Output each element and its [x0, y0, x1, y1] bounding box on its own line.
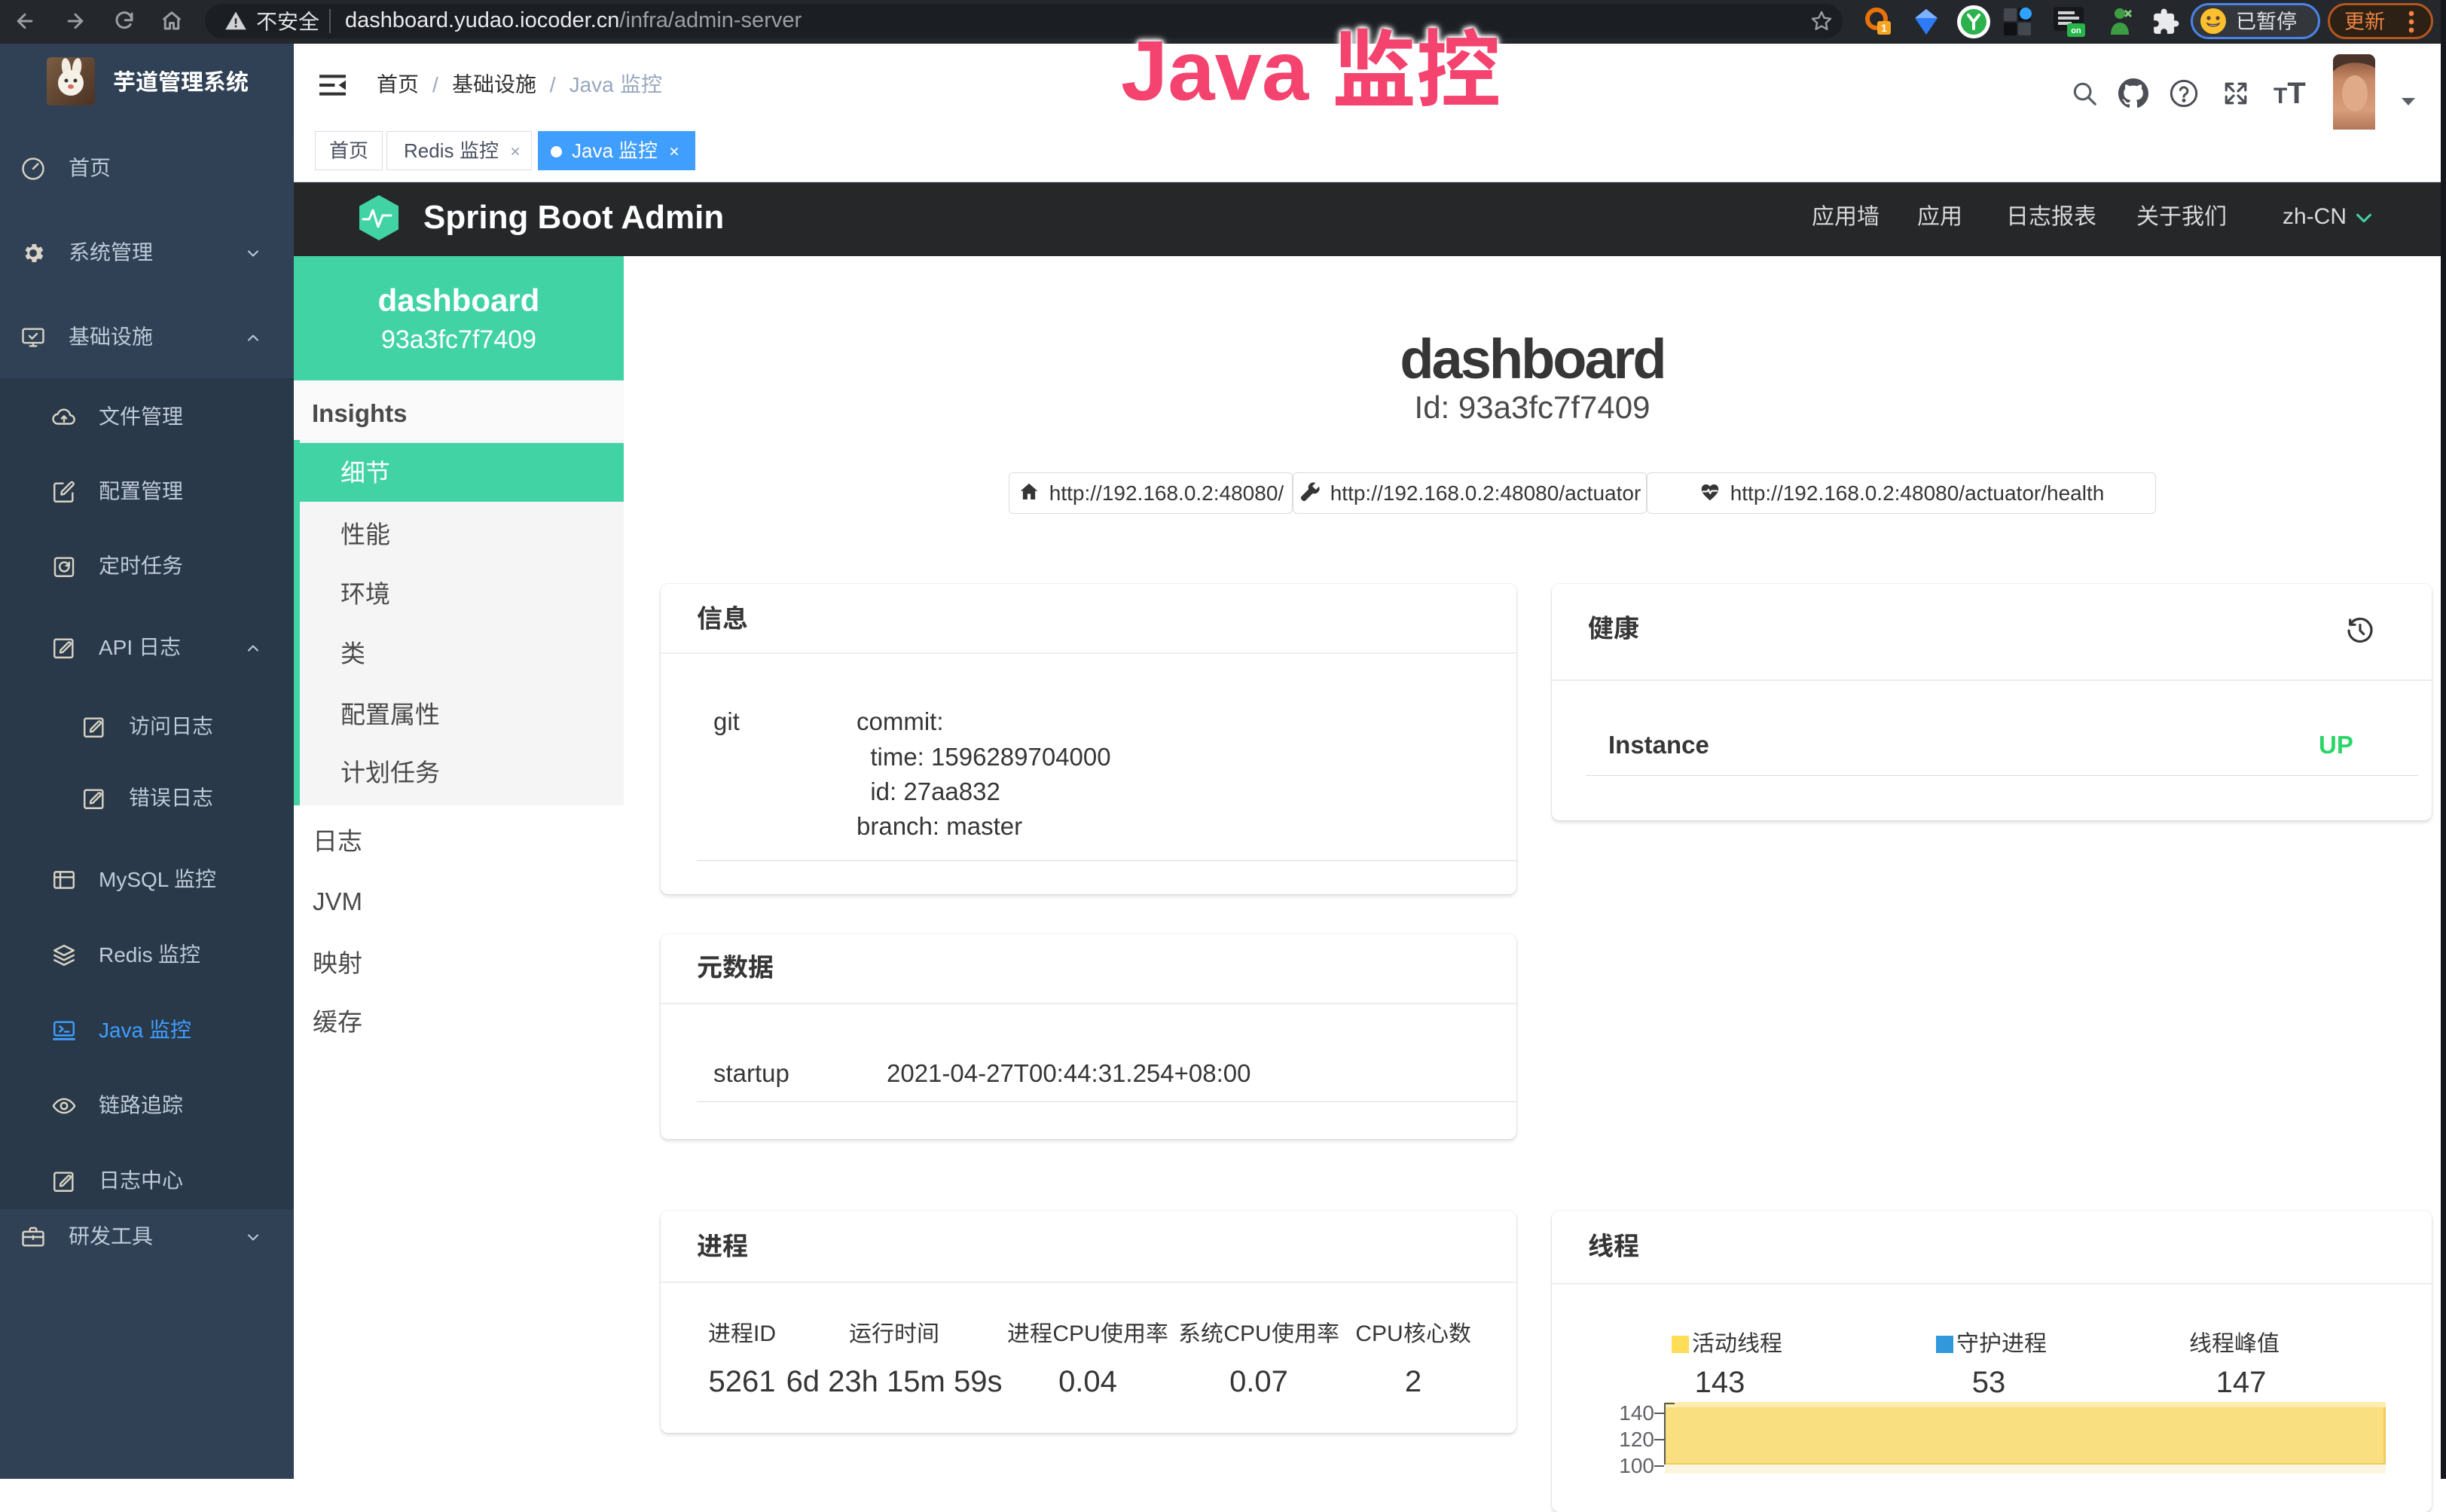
- svg-text:on: on: [2071, 26, 2081, 35]
- svg-text:1: 1: [1881, 22, 1887, 34]
